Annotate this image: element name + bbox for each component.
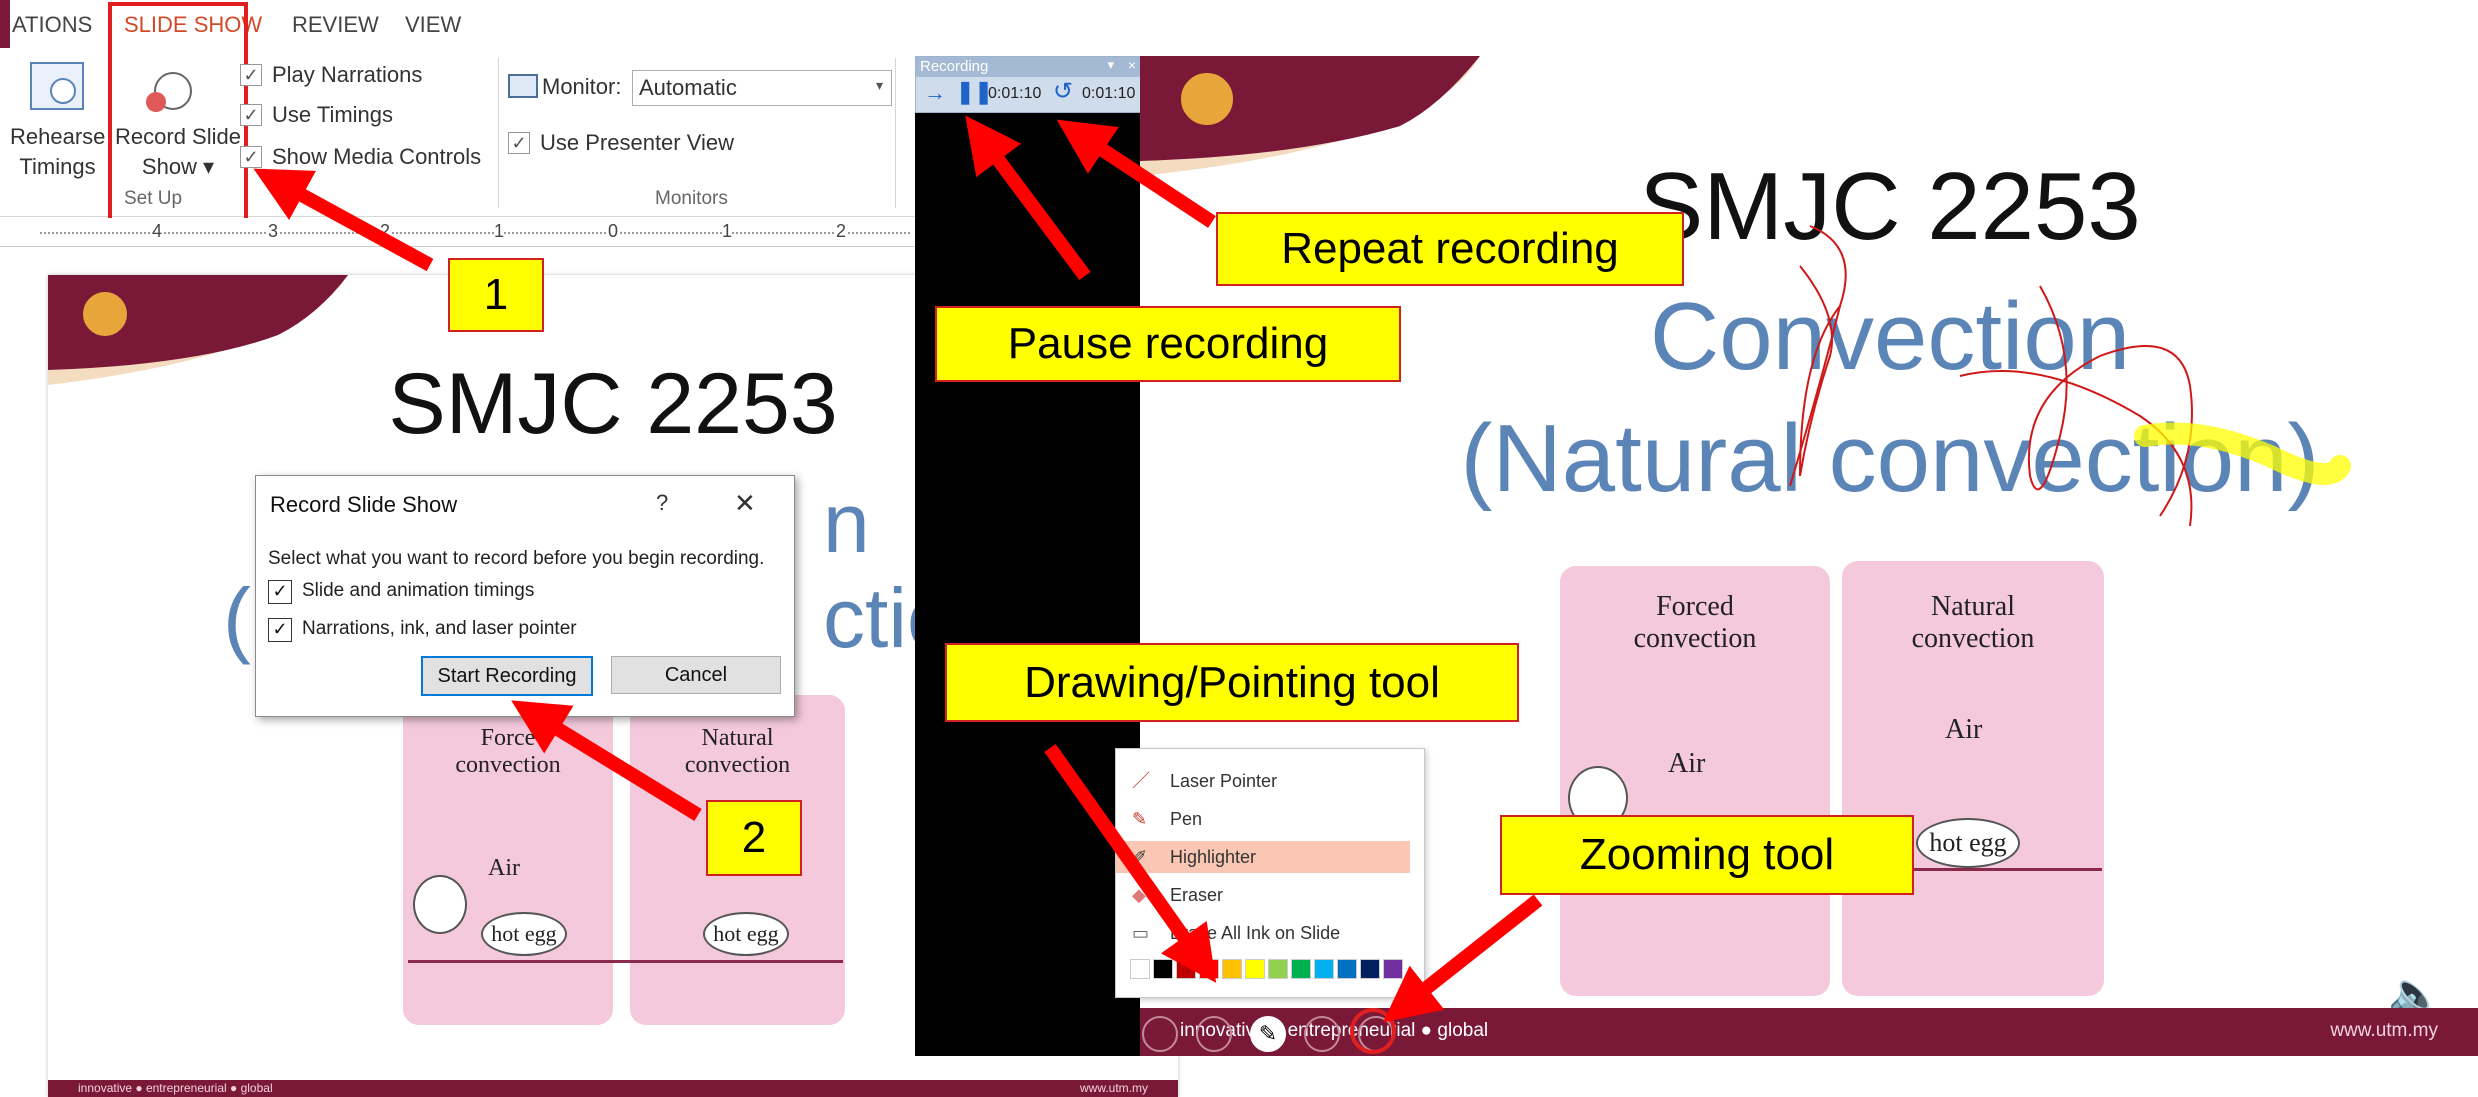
- arrow-2: [511, 700, 702, 821]
- arrow-pause: [965, 115, 1091, 281]
- arrow-zooming: [1383, 894, 1543, 1023]
- arrow-drawing: [1044, 743, 1217, 983]
- annotation-arrows: [253, 115, 1543, 1023]
- arrow-1: [253, 168, 434, 272]
- arrow-repeat: [1056, 119, 1216, 228]
